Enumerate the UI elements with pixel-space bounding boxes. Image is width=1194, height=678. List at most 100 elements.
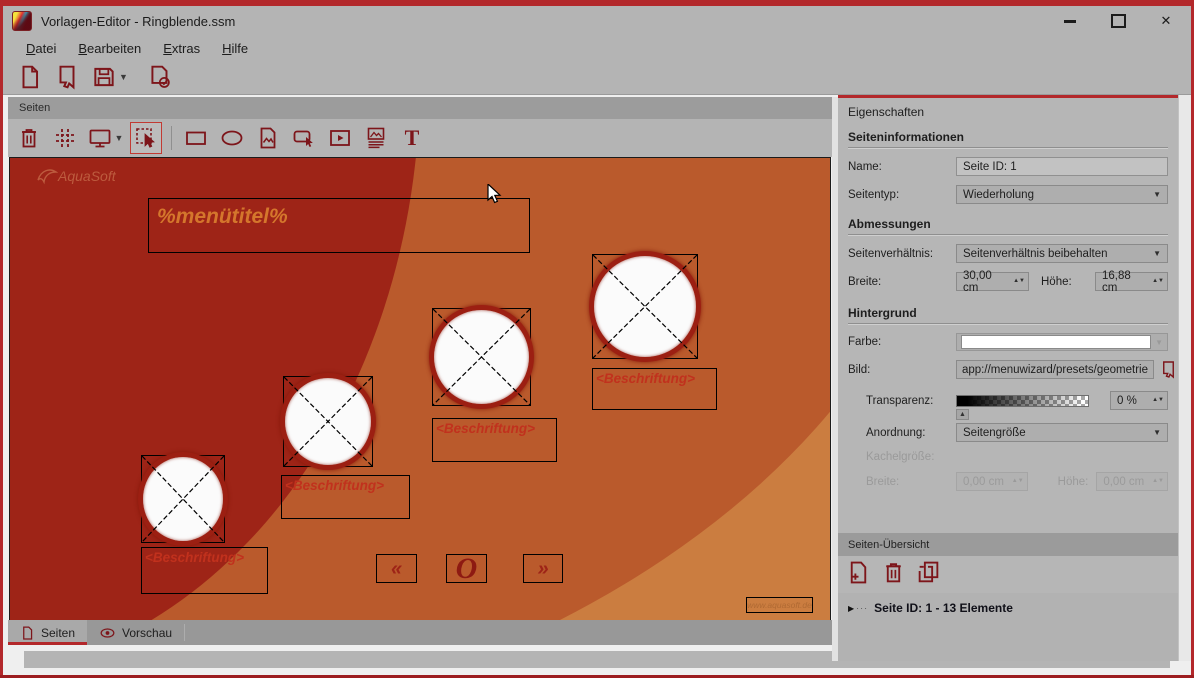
arrangement-label: Anordnung:: [848, 427, 956, 439]
screen-preview-button[interactable]: ▼: [86, 123, 124, 153]
properties-scrollbar[interactable]: [1178, 95, 1191, 661]
background-image-field[interactable]: app://menuwizard/presets/geometrie: [956, 360, 1154, 379]
caption-textbox-1[interactable]: <Beschriftung>: [141, 547, 268, 594]
watermark-box[interactable]: www.aquasoft.de: [746, 597, 813, 613]
arrangement-dropdown[interactable]: Seitengröße▼: [956, 423, 1168, 442]
name-label: Name:: [848, 161, 956, 173]
placeholder-x-icon: [593, 255, 697, 358]
prev-icon: «: [391, 559, 402, 579]
width-spinner[interactable]: 30,00 cm ▲▼: [956, 272, 1029, 291]
browse-image-button[interactable]: [1159, 360, 1178, 379]
nav-home-button[interactable]: O: [446, 554, 487, 583]
page-type-dropdown[interactable]: Wiederholung▼: [956, 185, 1168, 204]
app-window: Vorlagen-Editor - Ringblende.ssm ✕ Datei…: [0, 0, 1194, 678]
tab-vorschau-label: Vorschau: [122, 626, 172, 640]
trash-icon: [17, 126, 41, 150]
properties-panel: Eigenschaften Seiteninformationen Name: …: [838, 95, 1178, 533]
delete-page-button[interactable]: [881, 560, 906, 590]
window-border-left: [0, 0, 3, 678]
height-label: Höhe:: [1041, 276, 1072, 288]
new-document-icon: [17, 64, 43, 90]
image-placeholder-1[interactable]: [141, 455, 225, 543]
caption-image-tool-button[interactable]: [361, 123, 391, 153]
new-document-button[interactable]: [15, 62, 45, 92]
save-icon: [91, 64, 117, 90]
maximize-button[interactable]: [1107, 11, 1129, 31]
grid-tool-button[interactable]: [50, 123, 80, 153]
select-tool-button[interactable]: [130, 122, 162, 154]
title-bar: Vorlagen-Editor - Ringblende.ssm ✕: [3, 6, 1191, 36]
close-button[interactable]: ✕: [1155, 11, 1177, 31]
background-color-picker[interactable]: ▼: [956, 333, 1168, 351]
next-icon: »: [537, 559, 548, 579]
select-cursor-icon: [134, 126, 158, 150]
mouse-cursor: [487, 184, 503, 206]
pages-overview-toolbar: [838, 556, 1178, 593]
menu-title-textbox[interactable]: %menütitel%: [148, 198, 530, 253]
text-T-icon: [400, 126, 424, 150]
section-dimensions: Abmessungen: [848, 217, 1168, 235]
view-tab-bar: Seiten Vorschau: [8, 620, 832, 645]
ellipse-tool-button[interactable]: [217, 123, 247, 153]
image-placeholder-3[interactable]: [432, 308, 531, 406]
height-spinner[interactable]: 16,88 cm ▲▼: [1095, 272, 1168, 291]
grid-icon: [53, 126, 77, 150]
spinner-arrows-icon[interactable]: ▲▼: [1152, 279, 1164, 284]
pages-overview-header: Seiten-Übersicht: [838, 533, 1178, 556]
transparency-spinner[interactable]: 0 %▲▼: [1110, 391, 1168, 410]
menu-datei[interactable]: Datei: [17, 39, 65, 58]
duplicate-page-button[interactable]: [916, 560, 941, 590]
menu-hilfe[interactable]: Hilfe: [213, 39, 257, 58]
add-page-icon: [846, 560, 871, 585]
text-tool-button[interactable]: [397, 123, 427, 153]
open-document-button[interactable]: [52, 62, 82, 92]
delete-tool-button[interactable]: [14, 123, 44, 153]
height-value: 16,88 cm: [1102, 270, 1148, 294]
nav-prev-button[interactable]: «: [376, 554, 417, 583]
menu-extras[interactable]: Extras: [154, 39, 209, 58]
transparency-label: Transparenz:: [848, 395, 956, 407]
trash-icon: [881, 560, 906, 585]
save-dropdown-caret[interactable]: ▼: [119, 72, 128, 82]
tile-height-value: 0,00 cm: [1103, 476, 1148, 488]
home-o-glyph: O: [456, 557, 478, 581]
tile-width-spinner: 0,00 cm▲▼: [956, 472, 1028, 491]
tab-vorschau[interactable]: Vorschau: [87, 620, 184, 645]
rectangle-tool-button[interactable]: [181, 123, 211, 153]
slider-marker[interactable]: ▲: [956, 409, 969, 420]
button-tool-button[interactable]: [289, 123, 319, 153]
screen-dropdown-caret[interactable]: ▼: [115, 133, 124, 143]
ratio-value: Seitenverhältnis beibehalten: [963, 248, 1108, 260]
copy-icon: [916, 560, 941, 585]
tab-seiten-label: Seiten: [41, 626, 75, 640]
save-document-button[interactable]: ▼: [89, 62, 130, 92]
tab-seiten[interactable]: Seiten: [8, 620, 87, 645]
caption-textbox-4[interactable]: <Beschriftung>: [592, 368, 717, 410]
caption-textbox-3[interactable]: <Beschriftung>: [432, 418, 557, 462]
minimize-button[interactable]: [1059, 11, 1081, 31]
transparency-slider[interactable]: ▲: [956, 395, 1089, 407]
video-tool-button[interactable]: [325, 123, 355, 153]
image-tool-button[interactable]: [253, 123, 283, 153]
menu-bearbeiten[interactable]: Bearbeiten: [69, 39, 150, 58]
page-canvas[interactable]: AquaSoft %menütitel% <Beschriftung> <Bes…: [9, 157, 831, 621]
section-background: Hintergrund: [848, 306, 1168, 324]
name-field[interactable]: Seite ID: 1: [956, 157, 1168, 176]
image-placeholder-4[interactable]: [592, 254, 698, 359]
spinner-arrows-icon[interactable]: ▲▼: [1152, 398, 1164, 403]
check-document-button[interactable]: [145, 62, 175, 92]
page-tree-item[interactable]: ▶ ··· Seite ID: 1 - 13 Elemente: [838, 593, 1178, 615]
tree-expand-icon[interactable]: ▶: [848, 604, 854, 613]
window-border-top: [0, 0, 1194, 6]
add-page-button[interactable]: [846, 560, 871, 590]
open-file-icon: [1159, 360, 1178, 379]
image-placeholder-2[interactable]: [283, 376, 373, 467]
spinner-arrows-icon: ▲▼: [1152, 479, 1164, 484]
ratio-dropdown[interactable]: Seitenverhältnis beibehalten▼: [956, 244, 1168, 263]
width-value: 30,00 cm: [963, 270, 1009, 294]
open-document-icon: [54, 64, 80, 90]
caption-textbox-2[interactable]: <Beschriftung>: [281, 475, 410, 519]
aquasoft-logo: AquaSoft: [36, 166, 116, 186]
nav-next-button[interactable]: »: [523, 554, 563, 583]
spinner-arrows-icon[interactable]: ▲▼: [1013, 279, 1025, 284]
